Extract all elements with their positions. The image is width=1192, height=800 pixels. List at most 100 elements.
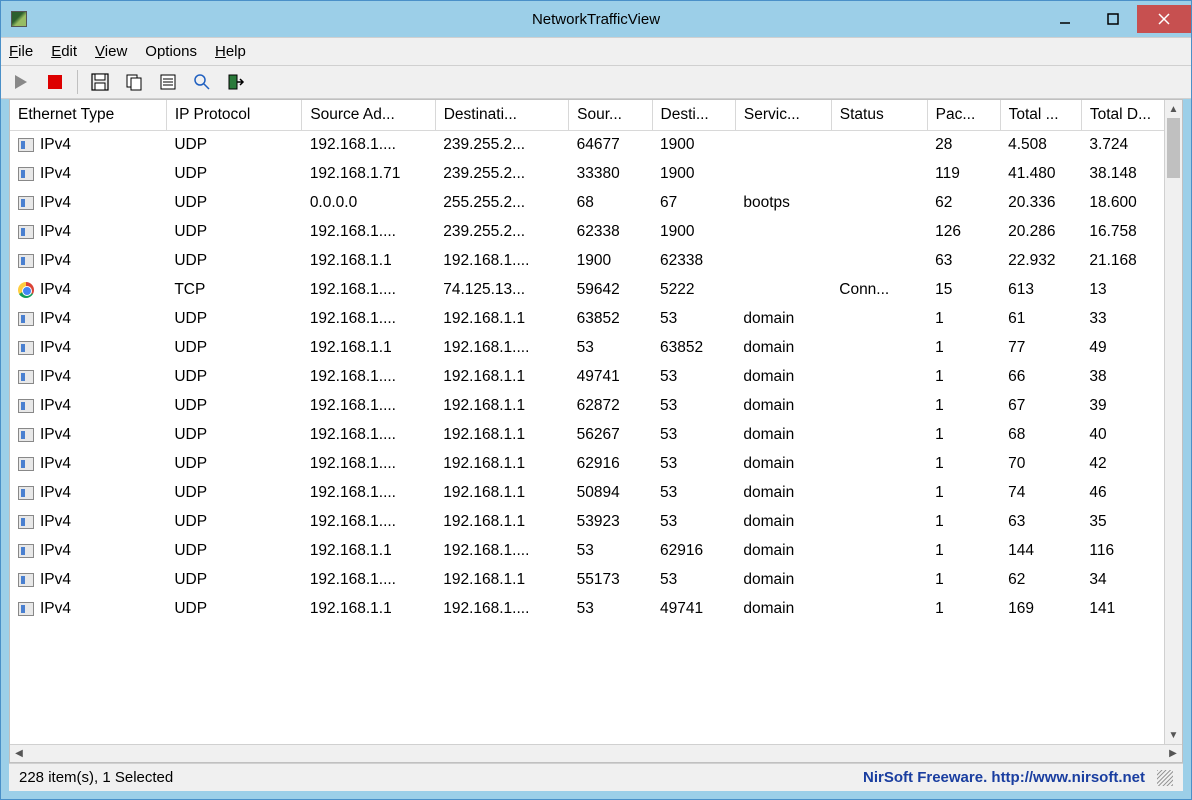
copy-button[interactable] <box>122 70 146 94</box>
column-header[interactable]: Source Ad... <box>302 100 435 131</box>
column-header[interactable]: Total ... <box>1000 100 1081 131</box>
cell-status <box>831 247 927 276</box>
cell-tot1: 22.932 <box>1000 247 1081 276</box>
table-row[interactable]: IPv4UDP192.168.1....192.168.1.15392353do… <box>10 508 1182 537</box>
table-row[interactable]: IPv4UDP192.168.1.1192.168.1....190062338… <box>10 247 1182 276</box>
cell-src: 192.168.1.... <box>302 392 435 421</box>
column-header[interactable]: Status <box>831 100 927 131</box>
maximize-button[interactable] <box>1089 5 1137 33</box>
find-button[interactable] <box>190 70 214 94</box>
cell-sport: 62338 <box>569 218 652 247</box>
menu-view[interactable]: View <box>95 43 127 60</box>
cell-dport: 67 <box>652 189 735 218</box>
cell-eth: IPv4 <box>10 421 166 450</box>
cell-eth: IPv4 <box>10 131 166 160</box>
column-header[interactable]: Pac... <box>927 100 1000 131</box>
table-row[interactable]: IPv4UDP192.168.1....192.168.1.16291653do… <box>10 450 1182 479</box>
scroll-thumb[interactable] <box>1167 118 1180 178</box>
document-icon <box>18 341 34 355</box>
cell-src: 192.168.1.... <box>302 566 435 595</box>
start-capture-button[interactable] <box>9 70 33 94</box>
column-header[interactable]: Sour... <box>569 100 652 131</box>
cell-proto: UDP <box>166 537 301 566</box>
stop-icon <box>48 75 62 89</box>
cell-sport: 1900 <box>569 247 652 276</box>
cell-src: 192.168.1.71 <box>302 160 435 189</box>
document-icon <box>18 573 34 587</box>
menu-file[interactable]: File <box>9 43 33 60</box>
cell-pkt: 1 <box>927 421 1000 450</box>
cell-proto: UDP <box>166 334 301 363</box>
stop-capture-button[interactable] <box>43 70 67 94</box>
cell-svc <box>735 247 831 276</box>
table-row[interactable]: IPv4UDP192.168.1....192.168.1.16385253do… <box>10 305 1182 334</box>
cell-status <box>831 537 927 566</box>
cell-status <box>831 131 927 160</box>
table-row[interactable]: IPv4UDP192.168.1.1192.168.1....5349741do… <box>10 595 1182 624</box>
table-row[interactable]: IPv4UDP192.168.1....239.255.2...64677190… <box>10 131 1182 160</box>
table-row[interactable]: IPv4UDP192.168.1....192.168.1.15626753do… <box>10 421 1182 450</box>
menu-options[interactable]: Options <box>145 43 197 60</box>
cell-dst: 192.168.1.... <box>435 537 568 566</box>
cell-dport: 53 <box>652 479 735 508</box>
cell-status <box>831 595 927 624</box>
save-button[interactable] <box>88 70 112 94</box>
document-icon <box>18 167 34 181</box>
document-icon <box>18 515 34 529</box>
app-window: NetworkTrafficView File Edit View Option… <box>0 0 1192 800</box>
table-row[interactable]: IPv4UDP0.0.0.0255.255.2...6867bootps6220… <box>10 189 1182 218</box>
cell-proto: UDP <box>166 595 301 624</box>
toolbar <box>1 65 1191 99</box>
table-row[interactable]: IPv4UDP192.168.1.1192.168.1....5362916do… <box>10 537 1182 566</box>
resize-grip[interactable] <box>1157 770 1173 786</box>
cell-proto: UDP <box>166 160 301 189</box>
cell-sport: 64677 <box>569 131 652 160</box>
cell-status <box>831 305 927 334</box>
table-row[interactable]: IPv4TCP192.168.1....74.125.13...59642522… <box>10 276 1182 305</box>
scroll-left-button[interactable]: ◀ <box>10 745 28 763</box>
table-row[interactable]: IPv4UDP192.168.1....192.168.1.15089453do… <box>10 479 1182 508</box>
cell-dport: 1900 <box>652 131 735 160</box>
column-header[interactable]: Destinati... <box>435 100 568 131</box>
menu-edit[interactable]: Edit <box>51 43 77 60</box>
column-header[interactable]: Desti... <box>652 100 735 131</box>
cell-svc: bootps <box>735 189 831 218</box>
cell-sport: 55173 <box>569 566 652 595</box>
cell-status <box>831 566 927 595</box>
properties-button[interactable] <box>156 70 180 94</box>
cell-pkt: 1 <box>927 450 1000 479</box>
cell-svc: domain <box>735 537 831 566</box>
horizontal-scrollbar[interactable]: ◀ ▶ <box>10 744 1182 762</box>
scroll-down-button[interactable]: ▼ <box>1165 726 1182 744</box>
document-icon <box>18 370 34 384</box>
cell-dport: 49741 <box>652 595 735 624</box>
table-row[interactable]: IPv4UDP192.168.1.71239.255.2...333801900… <box>10 160 1182 189</box>
table-row[interactable]: IPv4UDP192.168.1....192.168.1.14974153do… <box>10 363 1182 392</box>
cell-src: 192.168.1.... <box>302 218 435 247</box>
column-header[interactable]: IP Protocol <box>166 100 301 131</box>
column-header[interactable]: Ethernet Type <box>10 100 166 131</box>
cell-dport: 53 <box>652 508 735 537</box>
close-button[interactable] <box>1137 5 1191 33</box>
cell-proto: UDP <box>166 363 301 392</box>
cell-status <box>831 421 927 450</box>
cell-pkt: 28 <box>927 131 1000 160</box>
document-icon <box>18 138 34 152</box>
column-header[interactable]: Servic... <box>735 100 831 131</box>
table-row[interactable]: IPv4UDP192.168.1.1192.168.1....5363852do… <box>10 334 1182 363</box>
scroll-up-button[interactable]: ▲ <box>1165 100 1182 118</box>
scroll-right-button[interactable]: ▶ <box>1164 745 1182 763</box>
cell-sport: 56267 <box>569 421 652 450</box>
vertical-scrollbar[interactable]: ▲ ▼ <box>1164 100 1182 744</box>
table-row[interactable]: IPv4UDP192.168.1....192.168.1.15517353do… <box>10 566 1182 595</box>
cell-status <box>831 334 927 363</box>
table-row[interactable]: IPv4UDP192.168.1....239.255.2...62338190… <box>10 218 1182 247</box>
table-row[interactable]: IPv4UDP192.168.1....192.168.1.16287253do… <box>10 392 1182 421</box>
exit-button[interactable] <box>224 70 248 94</box>
table-header-row[interactable]: Ethernet TypeIP ProtocolSource Ad...Dest… <box>10 100 1182 131</box>
traffic-table[interactable]: Ethernet TypeIP ProtocolSource Ad...Dest… <box>10 100 1182 624</box>
minimize-button[interactable] <box>1041 5 1089 33</box>
menu-help[interactable]: Help <box>215 43 246 60</box>
cell-tot1: 68 <box>1000 421 1081 450</box>
titlebar[interactable]: NetworkTrafficView <box>1 1 1191 37</box>
